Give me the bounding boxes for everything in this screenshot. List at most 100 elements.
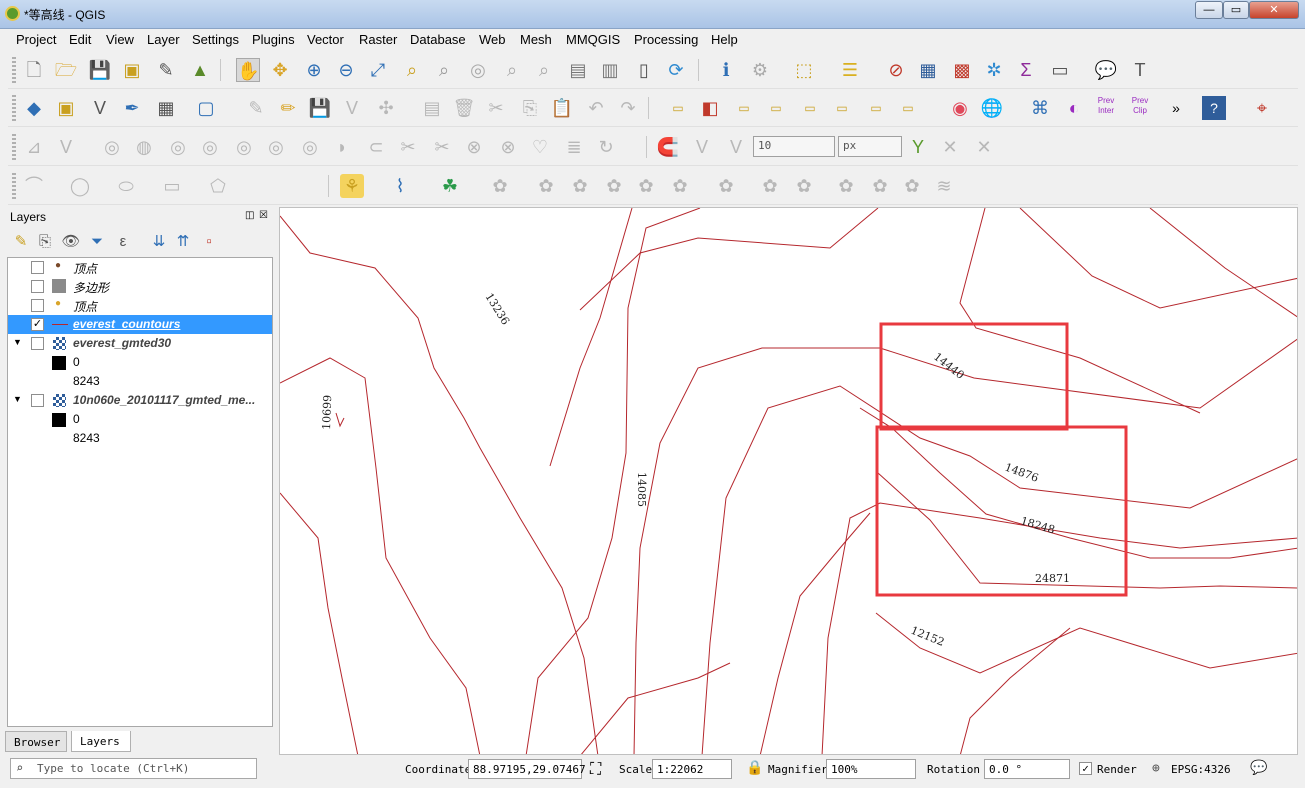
shape-tool-12-icon[interactable]: ✿ <box>900 174 924 198</box>
add-vector-layer-icon[interactable]: V <box>88 96 112 120</box>
prev-clip-icon[interactable]: Prev Clip <box>1128 96 1152 120</box>
add-circle-2pt-icon[interactable]: ◯ <box>68 174 92 198</box>
shape-tool-5-icon[interactable]: ✿ <box>634 174 658 198</box>
offset-symbols-icon[interactable]: ≣ <box>562 135 586 159</box>
highlight-labels-icon[interactable]: ▭ <box>732 96 756 120</box>
toggle-extents-icon[interactable]: ⛶ <box>590 759 601 779</box>
digitize-icon[interactable]: ✒ <box>120 96 144 120</box>
menu-vector[interactable]: Vector <box>307 32 344 47</box>
remove-layer-icon[interactable]: ▫ <box>197 230 221 254</box>
new-layer-icon[interactable]: ▣ <box>54 96 78 120</box>
shape-tool-13-icon[interactable]: ≋ <box>932 174 956 198</box>
shape-tool-2-icon[interactable]: ✿ <box>534 174 558 198</box>
map-canvas[interactable]: 13236 10699 14085 14440 14876 18248 2487… <box>279 207 1298 755</box>
snapping-tolerance-input[interactable]: 10 <box>753 136 835 157</box>
style-manager-icon[interactable]: ▲ <box>188 58 212 82</box>
scale-select[interactable]: 1:22062 <box>652 759 732 779</box>
layer-visibility-checkbox[interactable] <box>31 299 44 312</box>
add-rectangle-icon[interactable]: ▭ <box>160 174 184 198</box>
tab-layers[interactable]: Layers <box>71 731 131 752</box>
split-features-icon[interactable]: ✂ <box>396 135 420 159</box>
collapse-arrow-icon[interactable]: ▼ <box>13 337 22 347</box>
float-panel-icon[interactable]: ◫ <box>245 210 254 221</box>
tab-browser[interactable]: Browser <box>5 731 67 752</box>
delete-ring-icon[interactable]: ◎ <box>264 135 288 159</box>
reverse-line-icon[interactable]: ↻ <box>594 135 618 159</box>
layer-item[interactable]: ● 顶点 <box>8 296 272 315</box>
layer-item[interactable]: ▼ everest_gmted30 <box>8 334 272 353</box>
rotation-input[interactable]: 0.0 ° <box>984 759 1070 779</box>
shape-tool-10-icon[interactable]: ✿ <box>834 174 858 198</box>
snapping-unit-select[interactable]: px <box>838 136 902 157</box>
crosshair-icon[interactable]: ⌖ <box>1250 96 1274 120</box>
filter-expression-icon[interactable]: ε <box>111 230 135 254</box>
layer-item[interactable]: ▼ 10n060e_20101117_gmted_me... <box>8 391 272 410</box>
menu-mmqgis[interactable]: MMQGIS <box>566 32 620 47</box>
show-hide-labels-icon[interactable]: ▭ <box>798 96 822 120</box>
menu-processing[interactable]: Processing <box>634 32 698 47</box>
bookmarks-icon[interactable]: ▯ <box>632 58 656 82</box>
snapping-type-icon[interactable]: V <box>724 135 748 159</box>
redo-icon[interactable]: ↷ <box>616 96 640 120</box>
topological-editing-icon[interactable]: Y <box>906 135 930 159</box>
messages-icon[interactable]: 💬 <box>1250 760 1267 776</box>
zoom-to-selection-icon[interactable]: ⌕ <box>400 58 424 82</box>
vertex-editor-icon[interactable]: ✣ <box>374 96 398 120</box>
snapping-magnet-icon[interactable]: 🧲 <box>656 135 680 159</box>
move-label-icon[interactable]: ▭ <box>830 96 854 120</box>
rotate-feature-icon[interactable]: ◎ <box>100 135 124 159</box>
shape-tool-3-icon[interactable]: ✿ <box>568 174 592 198</box>
select-features-icon[interactable]: ⬚ <box>792 58 816 82</box>
attribute-table-icon[interactable]: ▦ <box>916 58 940 82</box>
maximize-button[interactable]: ▭ <box>1223 1 1249 19</box>
shape-tool-11-icon[interactable]: ✿ <box>868 174 892 198</box>
actions-icon[interactable]: ⚙ <box>748 58 772 82</box>
python-console-icon[interactable]: ⌘ <box>1028 96 1052 120</box>
add-circle-icon[interactable]: V <box>54 135 78 159</box>
current-edits-icon[interactable]: ✎ <box>244 96 268 120</box>
menu-project[interactable]: Project <box>16 32 56 47</box>
toolbar-grip[interactable] <box>12 95 16 121</box>
expand-all-icon[interactable]: ⇊ <box>147 230 171 254</box>
plugin-icon[interactable]: ◐ <box>1062 96 1086 120</box>
add-regular-polygon-icon[interactable]: ⬠ <box>206 174 230 198</box>
menu-plugins[interactable]: Plugins <box>252 32 295 47</box>
globe-icon[interactable]: 🌐 <box>980 96 1004 120</box>
add-group-icon[interactable]: ⎘ <box>33 230 57 254</box>
text-annotation-icon[interactable]: T <box>1128 58 1152 82</box>
rotate-label-icon[interactable]: ▭ <box>864 96 888 120</box>
identify-icon[interactable]: ℹ <box>714 58 738 82</box>
layer-visibility-checkbox[interactable] <box>31 261 44 274</box>
filter-legend-icon[interactable]: ⏷ <box>85 230 109 254</box>
split-parts-icon[interactable]: ✂ <box>430 135 454 159</box>
layer-visibility-checkbox[interactable] <box>31 280 44 293</box>
open-layer-styling-icon[interactable]: ✎ <box>9 230 33 254</box>
delete-part-icon[interactable]: ◎ <box>298 135 322 159</box>
render-checkbox[interactable]: ✓ <box>1079 762 1092 775</box>
zoom-to-layer-icon[interactable]: ⌕ <box>432 58 456 82</box>
menu-web[interactable]: Web <box>479 32 506 47</box>
zoom-full-icon[interactable]: ⤢ <box>366 58 390 82</box>
save-edits-icon[interactable]: 💾 <box>308 96 332 120</box>
snapping-mode-icon[interactable]: V <box>690 135 714 159</box>
menu-edit[interactable]: Edit <box>69 32 91 47</box>
change-label-icon[interactable]: ▭ <box>896 96 920 120</box>
menu-database[interactable]: Database <box>410 32 466 47</box>
add-raster-icon[interactable]: ▦ <box>154 96 178 120</box>
shape-tool-6-icon[interactable]: ✿ <box>668 174 692 198</box>
shape-tool-4-icon[interactable]: ✿ <box>602 174 626 198</box>
diagram-icon[interactable]: ◧ <box>698 96 722 120</box>
layout-manager-icon[interactable]: ✎ <box>154 58 178 82</box>
menu-help[interactable]: Help <box>711 32 738 47</box>
add-feature-icon[interactable]: V <box>340 96 364 120</box>
simplify-icon[interactable]: ◍ <box>132 135 156 159</box>
add-ellipse-icon[interactable]: ⬭ <box>114 174 138 198</box>
vertex-tool-icon[interactable]: ▢ <box>194 96 218 120</box>
cut-features-icon[interactable]: ✂ <box>484 96 508 120</box>
new-print-layout-icon[interactable]: ▣ <box>120 58 144 82</box>
save-project-icon[interactable]: 💾 <box>88 58 112 82</box>
menu-raster[interactable]: Raster <box>359 32 397 47</box>
deselect-icon[interactable]: ⊘ <box>884 58 908 82</box>
merge-attributes-icon[interactable]: ⊗ <box>496 135 520 159</box>
refresh-icon[interactable]: ⟳ <box>664 58 688 82</box>
